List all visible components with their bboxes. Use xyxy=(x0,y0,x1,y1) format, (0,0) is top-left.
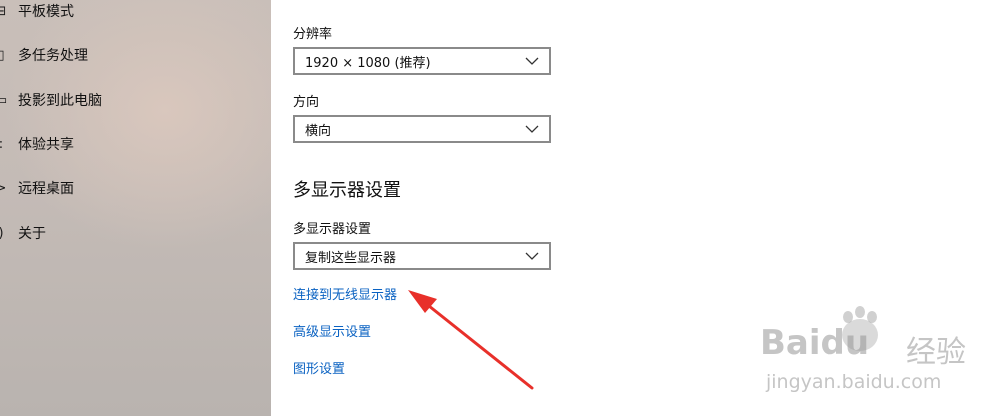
sidebar-item-label: 投影到此电脑 xyxy=(18,93,102,109)
sidebar-item-label: 体验共享 xyxy=(18,137,74,153)
sidebar-item-label: 平板模式 xyxy=(18,4,74,20)
chevron-down-icon xyxy=(525,252,539,260)
resolution-value: 1920 × 1080 (推荐) xyxy=(305,55,431,71)
sidebar-item-shared-experiences[interactable]: : 体验共享 xyxy=(0,129,271,159)
sidebar-item-remote-desktop[interactable]: > 远程桌面 xyxy=(0,173,271,203)
multi-display-dropdown[interactable]: 复制这些显示器 xyxy=(293,242,551,270)
sidebar-item-label: 关于 xyxy=(18,226,46,242)
sidebar-item-label: 远程桌面 xyxy=(18,181,74,197)
display-settings-panel: 分辨率 1920 × 1080 (推荐) 方向 横向 多显示器设置 多显示器设置… xyxy=(271,0,1000,416)
graphics-settings-link[interactable]: 图形设置 xyxy=(293,358,345,377)
orientation-dropdown[interactable]: 横向 xyxy=(293,115,551,143)
project-icon: ▭ xyxy=(0,92,8,108)
sidebar-item-project[interactable]: ▭ 投影到此电脑 xyxy=(0,85,271,115)
tablet-icon: ⊟ xyxy=(0,3,7,19)
chevron-down-icon xyxy=(525,125,539,133)
multitasking-icon: ▯ xyxy=(0,47,5,63)
multi-display-label: 多显示器设置 xyxy=(293,222,372,237)
resolution-label: 分辨率 xyxy=(293,27,333,42)
resolution-dropdown[interactable]: 1920 × 1080 (推荐) xyxy=(293,47,551,75)
sidebar: ⊟ 平板模式 ▯ 多任务处理 ▭ 投影到此电脑 : 体验共享 > 远程桌面 ) … xyxy=(0,0,271,416)
multi-display-heading: 多显示器设置 xyxy=(293,180,401,201)
info-icon: ) xyxy=(0,225,8,241)
multi-display-value: 复制这些显示器 xyxy=(305,250,397,266)
sidebar-item-multitasking[interactable]: ▯ 多任务处理 xyxy=(0,40,271,70)
connect-wireless-display-link[interactable]: 连接到无线显示器 xyxy=(293,284,397,303)
chevron-down-icon xyxy=(525,57,539,65)
share-icon: : xyxy=(0,136,8,152)
sidebar-item-label: 多任务处理 xyxy=(18,48,88,64)
advanced-display-settings-link[interactable]: 高级显示设置 xyxy=(293,321,371,340)
sidebar-item-tablet-mode[interactable]: ⊟ 平板模式 xyxy=(0,0,271,26)
orientation-value: 横向 xyxy=(305,123,332,139)
sidebar-item-about[interactable]: ) 关于 xyxy=(0,218,271,248)
orientation-label: 方向 xyxy=(293,95,320,110)
remote-desktop-icon: > xyxy=(0,180,7,196)
